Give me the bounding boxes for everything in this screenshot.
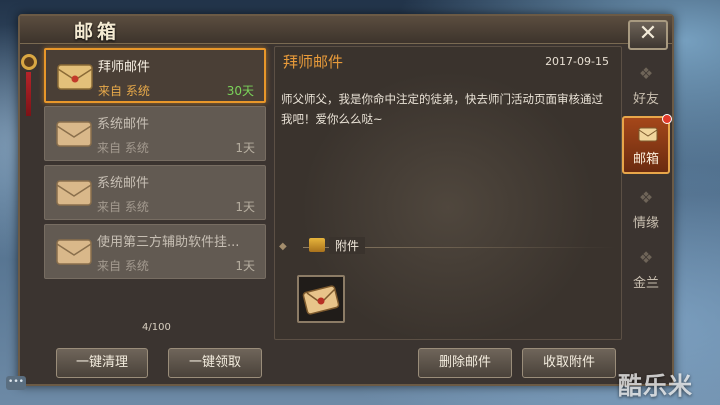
mail-expiry: 1天 [235,200,255,214]
watermark: 酷乐米 [618,372,693,400]
mail-sender: 来自 系统 [98,84,150,98]
attachment-label: 附件 [329,237,366,254]
mail-expiry: 1天 [235,141,255,155]
tab-mailbox[interactable]: 邮箱 [622,114,672,174]
envelope-icon [57,64,93,90]
mail-item-3[interactable]: 使用第三方辅助软件挂... 来自 系统 1天 [44,224,266,279]
mail-sender: 来自 系统 [97,259,149,273]
mail-expiry: 30天 [226,84,254,98]
detail-body: 师父师父，我是你命中注定的徒弟，快去师门活动页面审核通过我吧！爱你么么哒~ [281,92,603,126]
paw-icon: ❖ [638,248,654,267]
mail-subject: 拜师邮件 [98,60,151,75]
attachment-header: ◆ 附件 [279,237,615,255]
attachment-item[interactable] [297,275,345,323]
window-title: 邮箱 [74,21,121,43]
paw-icon: ❖ [638,64,654,83]
clear-all-button[interactable]: 一键清理 [56,348,148,378]
gift-icon [309,238,325,252]
tab-label: 好友 [632,92,659,107]
tab-label: 邮箱 [632,152,659,167]
notification-dot [662,114,672,124]
tab-romance[interactable]: ❖ 情缘 [622,182,670,242]
close-button[interactable]: ✕ [628,20,668,50]
mail-sender: 来自 系统 [97,141,149,155]
knot-ornament-icon [19,46,39,116]
tab-label: 金兰 [632,276,659,291]
tab-label: 情缘 [632,216,659,231]
detail-date: 2017-09-15 [545,55,609,68]
mail-sender: 来自 系统 [97,200,149,214]
envelope-icon [56,121,92,147]
delete-mail-button[interactable]: 删除邮件 [418,348,512,378]
tab-sworn[interactable]: ❖ 金兰 [622,242,670,302]
mail-subject: 系统邮件 [97,117,150,132]
envelope-icon [56,239,92,265]
mail-subject: 使用第三方辅助软件挂... [97,235,240,250]
mail-detail-panel: 拜师邮件 2017-09-15 师父师父，我是你命中注定的徒弟，快去师门活动页面… [274,46,622,340]
mail-item-1[interactable]: 系统邮件 来自 系统 1天 [44,106,266,161]
mail-item-2[interactable]: 系统邮件 来自 系统 1天 [44,165,266,220]
paw-icon: ❖ [638,188,654,207]
letter-icon [302,285,340,315]
mail-item-0[interactable]: 拜师邮件 来自 系统 30天 [44,48,266,103]
tab-friends[interactable]: ❖ 好友 [622,58,670,118]
envelope-icon [56,180,92,206]
mail-subject: 系统邮件 [97,176,150,191]
title-bar: 邮箱 [20,16,672,44]
detail-title: 拜师邮件 [283,53,344,71]
chat-icon[interactable]: ••• [6,376,26,390]
arrow-icon: ◆ [279,241,287,252]
collect-all-button[interactable]: 一键领取 [168,348,262,378]
mail-count: 4/100 [142,322,171,333]
collect-attachment-button[interactable]: 收取附件 [522,348,616,378]
envelope-icon [638,127,658,142]
mail-expiry: 1天 [235,259,255,273]
